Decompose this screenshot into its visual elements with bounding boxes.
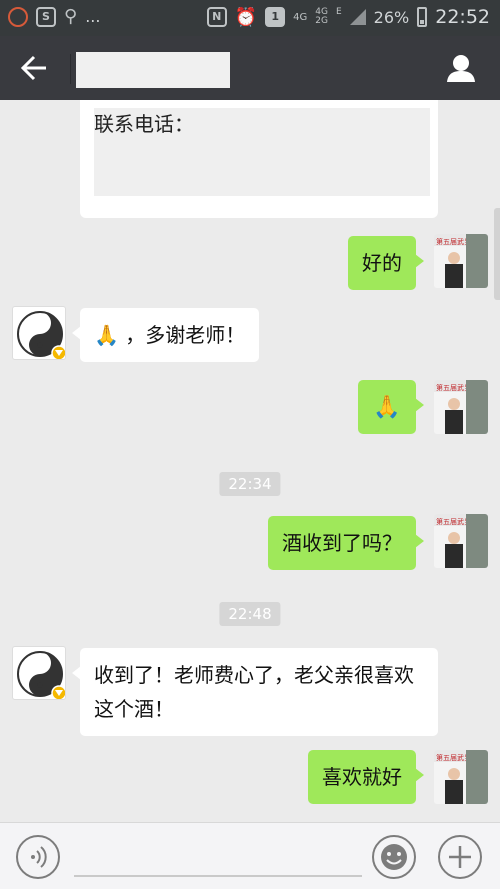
s-app-notification-icon: S (36, 6, 56, 27)
message-text: ，多谢老师！ (125, 323, 246, 347)
usb-icon: ⚲ (64, 6, 78, 27)
my-avatar[interactable]: 第五届武当国际演武大 (434, 514, 488, 568)
timestamp-chip: 22:48 (219, 602, 281, 626)
scrollbar[interactable] (494, 208, 500, 300)
person-photo-avatar: 第五届武当国际演武大 (434, 380, 488, 434)
network-e: E (335, 6, 342, 17)
title-divider (70, 54, 71, 84)
profile-button[interactable] (446, 53, 476, 83)
person-photo-avatar: 第五届武当国际演武大 (434, 750, 488, 804)
taichi-ink-avatar (17, 651, 65, 699)
my-avatar[interactable]: 第五届武当国际演武大 (434, 750, 488, 804)
timestamp-chip: 22:34 (219, 472, 281, 496)
voice-input-button[interactable] (16, 835, 60, 879)
dual-network-indicator: 4G 2G (315, 8, 328, 26)
person-photo-avatar: 第五届武当国际演武大 (434, 234, 488, 288)
title-bar (0, 36, 500, 100)
person-icon (447, 55, 475, 82)
message-text: 酒收到了吗？ (282, 531, 402, 555)
signal-icon (349, 9, 366, 25)
app-notification-icon (8, 6, 28, 27)
plus-icon (449, 846, 471, 868)
contact-avatar[interactable] (12, 646, 66, 700)
network-2g-small: 2G (315, 16, 328, 26)
voice-icon (31, 846, 47, 868)
message-bubble-sent[interactable]: 酒收到了吗？ (268, 516, 424, 570)
contact-avatar[interactable] (12, 306, 66, 360)
clasped-hands-emoji-icon: 🙏 (373, 395, 401, 420)
chat-title (76, 52, 230, 88)
my-avatar[interactable]: 第五届武当国际演武大 (434, 234, 488, 288)
clock: 22:52 (435, 6, 490, 28)
person-photo-avatar: 第五届武当国际演武大 (434, 514, 488, 568)
message-text: 喜欢就好 (322, 765, 402, 789)
input-bar (0, 822, 500, 889)
message-bubble-sent[interactable]: 🙏 (358, 380, 424, 434)
nfc-icon: N (206, 7, 227, 27)
more-notifications-indicator: ... (85, 7, 101, 26)
message-text: 收到了！老师费心了，老父亲很喜欢这个酒！ (94, 663, 414, 721)
status-bar: S ⚲ ... N ⏰ 1 4G 4G 2G E 26% 22:52 (0, 0, 500, 36)
contact-phone-label: 联系电话： (94, 112, 194, 136)
back-button[interactable] (16, 52, 50, 84)
message-bubble-received[interactable]: 收到了！老师费心了，老父亲很喜欢这个酒！ (72, 648, 438, 736)
battery-percent: 26% (373, 7, 410, 27)
contact-card[interactable]: 联系电话： (80, 100, 438, 218)
message-input[interactable] (74, 837, 362, 877)
alarm-icon: ⏰ (234, 6, 258, 28)
smiley-icon (381, 844, 407, 870)
message-bubble-received[interactable]: 🙏 ，多谢老师！ (71, 308, 260, 362)
sim-badge: 1 (265, 7, 286, 27)
battery-icon (417, 7, 428, 27)
clasped-hands-emoji-icon: 🙏 (94, 323, 119, 347)
message-bubble-sent[interactable]: 好的 (348, 236, 424, 290)
emoji-button[interactable] (372, 835, 416, 879)
more-actions-button[interactable] (438, 835, 482, 879)
my-avatar[interactable]: 第五届武当国际演武大 (434, 380, 488, 434)
chat-area[interactable]: 联系电话： 第五届武当国际演武大 好的 🙏 ，多谢老师！ (0, 100, 500, 822)
message-bubble-sent[interactable]: 喜欢就好 (308, 750, 424, 804)
arrow-left-icon (20, 55, 46, 81)
message-text: 好的 (362, 251, 402, 275)
network-4g: 4G (293, 11, 308, 23)
taichi-ink-avatar (17, 311, 65, 359)
